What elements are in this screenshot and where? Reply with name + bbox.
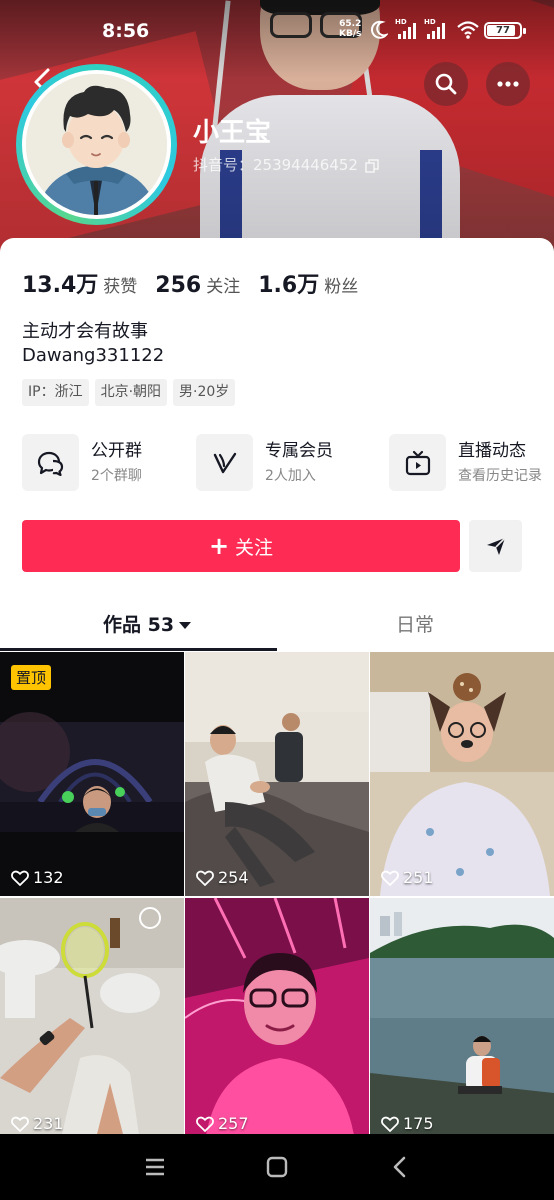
recent-apps-button[interactable] [142,1154,168,1180]
video-likes: 257 [196,1114,249,1133]
heart-icon [381,870,399,886]
heart-icon [196,1116,214,1132]
status-bar: 8:56 65.2 KB/s HD HD 77 [0,0,554,58]
video-likes: 254 [196,868,249,887]
wifi-icon [457,21,479,39]
follow-button[interactable]: + 关注 [22,520,460,572]
video-thumbnail[interactable]: 175 [370,898,554,1142]
copy-icon[interactable] [365,158,379,173]
video-likes: 175 [381,1114,434,1133]
tab-works[interactable]: 作品 53 [103,610,192,637]
system-nav-bar [0,1134,554,1200]
chevron-left-icon [393,1156,406,1178]
back-nav-button[interactable] [386,1154,412,1180]
group-chat-icon [37,451,63,476]
gender-age-tag: 男·20岁 [173,379,236,406]
more-button[interactable] [486,62,530,106]
video-likes: 231 [11,1114,64,1133]
bio-text: 主动才会有故事 [22,321,148,342]
profile-tags: IP：浙江 北京·朝阳 男·20岁 [22,379,241,406]
battery-icon: 77 [484,22,526,39]
more-dots-icon [497,81,519,87]
video-thumbnail[interactable]: 254 [185,652,369,896]
net-speed: 65.2 KB/s [339,19,362,39]
menu-icon [146,1158,164,1176]
ip-tag: IP：浙江 [22,379,89,406]
video-frame [185,898,369,1142]
video-likes: 251 [381,868,434,887]
feature-public-group[interactable]: 公开群 2个群聊 [22,434,142,491]
video-thumbnail[interactable]: 231 [0,898,184,1142]
video-frame [370,652,554,896]
share-button[interactable] [469,520,522,572]
douyin-id[interactable]: 抖音号：25394446452 [193,154,379,175]
square-home-icon [266,1156,288,1178]
avatar[interactable] [16,64,177,225]
status-time: 8:56 [102,20,150,42]
signal-icon: HD [395,18,421,40]
feature-exclusive-member[interactable]: 专属会员 2人加入 [196,434,333,491]
heart-icon [11,870,29,886]
stat-likes[interactable]: 13.4万 获赞 [22,267,137,299]
live-tv-icon [405,450,430,475]
feature-shortcuts: 公开群 2个群聊 专属会员 2人加入 直播动态 查看历史记录 [22,434,554,494]
bio-text: Dawang331122 [22,345,165,366]
video-thumbnail[interactable]: 置顶 132 [0,652,184,896]
home-button[interactable] [264,1154,290,1180]
video-thumbnail[interactable]: 251 [370,652,554,896]
content-tabs: 作品 53 日常 [0,602,554,652]
profile-stats: 13.4万 获赞 256 关注 1.6万 粉丝 [22,267,376,299]
video-thumbnail[interactable]: 257 [185,898,369,1142]
video-frame [185,652,369,896]
moon-icon [371,20,388,39]
tab-indicator [0,648,277,651]
heart-icon [11,1116,29,1132]
pinned-badge: 置顶 [11,665,52,690]
cartoon-avatar-icon [26,74,167,215]
search-icon [435,73,457,95]
stat-followers[interactable]: 1.6万 粉丝 [258,267,358,299]
video-frame [370,898,554,1142]
video-frame [0,898,184,1142]
tab-daily[interactable]: 日常 [396,610,434,637]
caret-down-icon [179,622,192,629]
plus-icon: + [208,532,230,560]
avatar-image [22,70,171,219]
stat-following[interactable]: 256 关注 [155,272,240,298]
heart-icon [381,1116,399,1132]
vip-v-icon [213,452,236,473]
heart-icon [196,870,214,886]
search-button[interactable] [424,62,468,106]
send-arrow-icon [486,537,506,555]
profile-name: 小王宝 [193,118,272,148]
video-likes: 132 [11,868,64,887]
location-tag[interactable]: 北京·朝阳 [94,379,168,406]
signal-icon: HD [424,18,450,40]
feature-live-history[interactable]: 直播动态 查看历史记录 [389,434,542,491]
